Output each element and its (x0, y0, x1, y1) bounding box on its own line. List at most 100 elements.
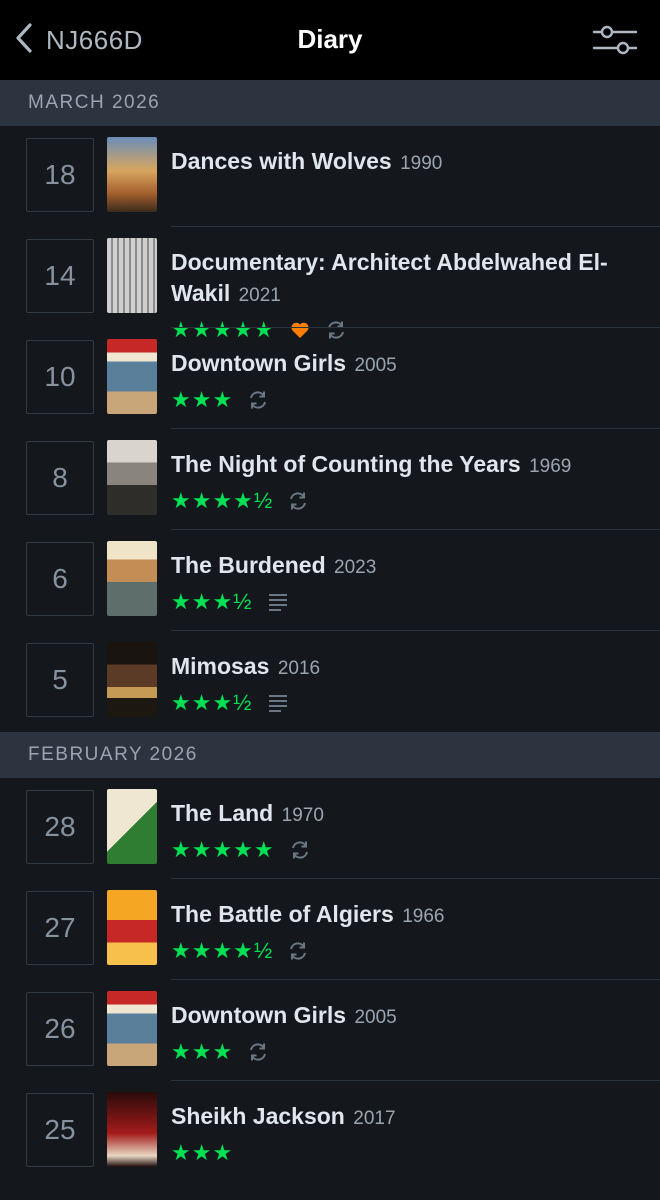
film-title-line: Downtown Girls 2005 (171, 348, 640, 381)
diary-entry[interactable]: 27 The Battle of Algiers 1966 ★★★★½ (0, 879, 660, 980)
film-year: 2005 (354, 1007, 397, 1028)
film-title: The Night of Counting the Years (171, 451, 521, 477)
film-title: Dances with Wolves (171, 148, 392, 174)
film-year: 1990 (400, 153, 443, 174)
diary-entries: 28 The Land 1970 ★★★★★ 27 The Battle of Alg… (0, 778, 660, 1182)
film-title-line: The Night of Counting the Years 1969 (171, 449, 640, 482)
entry-day: 26 (26, 992, 94, 1066)
film-year: 2023 (334, 557, 377, 578)
star-rating: ★★★½ (171, 589, 253, 614)
diary-list: MARCH 2026 18 Dances with Wolves 1990 14 Doc… (0, 80, 660, 1182)
rewatch-icon (287, 490, 309, 512)
film-title-line: Documentary: Architect Abdelwahed El-Wak… (171, 247, 640, 311)
film-title-line: The Burdened 2023 (171, 550, 640, 583)
film-year: 1966 (402, 906, 445, 927)
entry-info: The Burdened 2023 ★★★½ (171, 550, 640, 615)
diary-entry[interactable]: 5 Mimosas 2016 ★★★½ (0, 631, 660, 732)
film-year: 2005 (354, 355, 397, 376)
month-header: MARCH 2026 (0, 80, 660, 126)
film-title: The Burdened (171, 552, 326, 578)
review-text-icon (267, 692, 289, 714)
entry-day: 10 (26, 340, 94, 414)
entry-info: Sheikh Jackson 2017 ★★★ (171, 1101, 640, 1166)
entry-meta: ★★★★½ (171, 938, 640, 964)
rewatch-icon (247, 1041, 269, 1063)
entry-meta: ★★★½ (171, 589, 640, 615)
entry-meta: ★★★★★ (171, 837, 640, 863)
film-poster[interactable] (107, 238, 157, 313)
rewatch-icon (247, 389, 269, 411)
film-title-line: Downtown Girls 2005 (171, 1000, 640, 1033)
film-poster[interactable] (107, 440, 157, 515)
film-title-line: Dances with Wolves 1990 (171, 146, 640, 179)
diary-entry[interactable]: 26 Downtown Girls 2005 ★★★ (0, 980, 660, 1081)
entry-info: The Night of Counting the Years 1969 ★★★★… (171, 449, 640, 514)
page-title: Diary (297, 24, 363, 54)
film-title: Downtown Girls (171, 1002, 347, 1028)
star-rating: ★★★ (171, 1039, 234, 1064)
film-poster[interactable] (107, 137, 157, 212)
entry-day: 14 (26, 239, 94, 313)
film-title: Documentary: Architect Abdelwahed El-Wak… (171, 249, 608, 306)
film-year: 1970 (281, 805, 324, 826)
entry-day: 25 (26, 1093, 94, 1167)
film-poster[interactable] (107, 890, 157, 965)
nav-bar: NJ666D Diary (0, 0, 660, 80)
film-year: 2021 (238, 285, 281, 306)
film-title: The Battle of Algiers (171, 901, 394, 927)
entry-info: Mimosas 2016 ★★★½ (171, 651, 640, 716)
diary-entry[interactable]: 14 Documentary: Architect Abdelwahed El-W… (0, 227, 660, 342)
star-rating: ★★★ (171, 387, 234, 412)
star-rating: ★★★★½ (171, 488, 274, 513)
film-title: Mimosas (171, 653, 270, 679)
entry-day: 8 (26, 441, 94, 515)
diary-entry[interactable]: 6 The Burdened 2023 ★★★½ (0, 530, 660, 631)
entry-info: The Land 1970 ★★★★★ (171, 798, 640, 863)
entry-meta: ★★★½ (171, 690, 640, 716)
diary-entry[interactable]: 28 The Land 1970 ★★★★★ (0, 778, 660, 879)
entry-info: Downtown Girls 2005 ★★★ (171, 348, 640, 413)
review-text-icon (267, 591, 289, 613)
entry-meta: ★★★ (171, 1140, 640, 1166)
film-title: The Land (171, 800, 274, 826)
entry-day: 18 (26, 138, 94, 212)
film-title: Downtown Girls (171, 350, 347, 376)
entry-meta: ★★★★½ (171, 488, 640, 514)
film-title-line: The Battle of Algiers 1966 (171, 899, 640, 932)
film-poster[interactable] (107, 1092, 157, 1167)
filter-sliders-icon[interactable] (592, 22, 638, 58)
star-rating: ★★★★½ (171, 938, 274, 963)
film-poster[interactable] (107, 789, 157, 864)
diary-entry[interactable]: 18 Dances with Wolves 1990 (0, 126, 660, 227)
rewatch-icon (289, 839, 311, 861)
entry-info: Dances with Wolves 1990 (171, 146, 640, 179)
film-year: 1969 (529, 456, 572, 477)
diary-entry[interactable]: 10 Downtown Girls 2005 ★★★ (0, 328, 660, 429)
film-title-line: Mimosas 2016 (171, 651, 640, 684)
month-header: FEBRUARY 2026 (0, 732, 660, 778)
entry-day: 5 (26, 643, 94, 717)
rewatch-icon (287, 940, 309, 962)
entry-meta: ★★★ (171, 1039, 640, 1065)
film-year: 2016 (277, 658, 321, 679)
film-poster[interactable] (107, 642, 157, 717)
film-year: 2017 (353, 1108, 396, 1129)
entry-day: 28 (26, 790, 94, 864)
film-title-line: The Land 1970 (171, 798, 640, 831)
star-rating: ★★★½ (171, 690, 253, 715)
entry-info: Downtown Girls 2005 ★★★ (171, 1000, 640, 1065)
diary-entry[interactable]: 25 Sheikh Jackson 2017 ★★★ (0, 1081, 660, 1182)
film-poster[interactable] (107, 991, 157, 1066)
star-rating: ★★★★★ (171, 837, 275, 862)
film-title-line: Sheikh Jackson 2017 (171, 1101, 640, 1134)
entry-day: 27 (26, 891, 94, 965)
film-title: Sheikh Jackson (171, 1103, 345, 1129)
diary-entry[interactable]: 8 The Night of Counting the Years 1969 ★★★… (0, 429, 660, 530)
film-poster[interactable] (107, 339, 157, 414)
diary-entries: 18 Dances with Wolves 1990 14 Documentary: … (0, 126, 660, 732)
entry-day: 6 (26, 542, 94, 616)
film-poster[interactable] (107, 541, 157, 616)
star-rating: ★★★ (171, 1140, 234, 1165)
entry-info: The Battle of Algiers 1966 ★★★★½ (171, 899, 640, 964)
entry-meta: ★★★ (171, 387, 640, 413)
